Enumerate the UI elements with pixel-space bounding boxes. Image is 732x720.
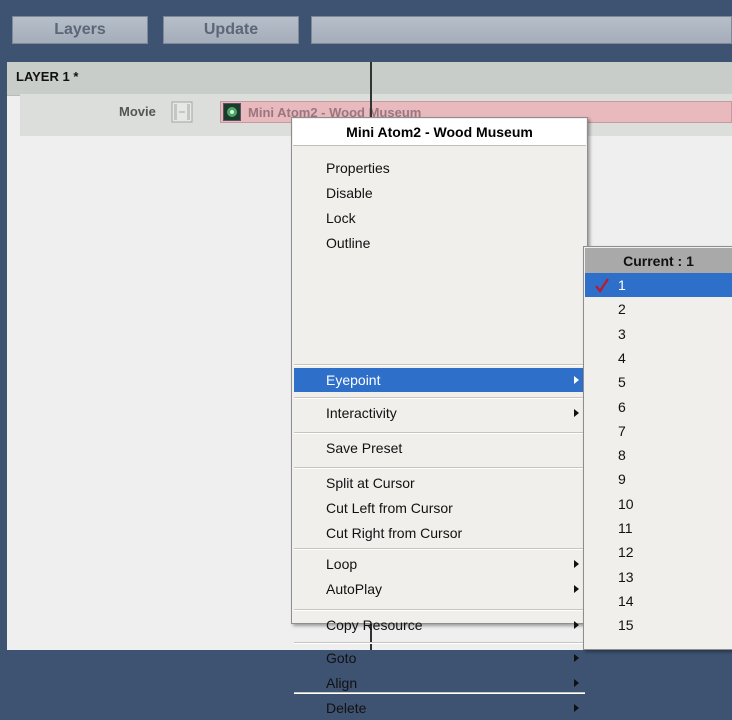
tab-bar: Layers Update xyxy=(0,0,732,50)
eyepoint-option-15[interactable]: 15 xyxy=(585,613,732,637)
eyepoint-option-9[interactable]: 9 xyxy=(585,467,732,491)
clip-thumbnail xyxy=(223,103,241,121)
menu-item-copy-resource[interactable]: Copy Resource xyxy=(294,613,585,637)
eyepoint-option-14[interactable]: 14 xyxy=(585,589,732,613)
context-menu-title: Mini Atom2 - Wood Museum xyxy=(293,119,586,146)
eyepoint-option-10[interactable]: 10 xyxy=(585,492,732,516)
menu-item-label: Goto xyxy=(326,650,357,666)
eyepoint-option-5[interactable]: 5 xyxy=(585,370,732,394)
menu-item-label: Outline xyxy=(326,235,371,251)
menu-item-label: AutoPlay xyxy=(326,581,383,597)
menu-separator xyxy=(294,548,585,550)
chevron-right-icon xyxy=(574,409,579,417)
menu-separator xyxy=(294,692,585,694)
menu-item-label: Cut Right from Cursor xyxy=(326,525,463,541)
menu-item-label: Save Preset xyxy=(326,440,403,456)
menu-item-cut-right-from-cursor[interactable]: Cut Right from Cursor xyxy=(294,521,585,545)
menu-item-label: Eyepoint xyxy=(326,372,381,388)
eyepoint-option-6[interactable]: 6 xyxy=(585,395,732,419)
tab-update[interactable]: Update xyxy=(163,16,299,44)
menu-separator xyxy=(294,364,585,366)
check-icon xyxy=(595,278,609,293)
chevron-right-icon xyxy=(574,704,579,712)
menu-separator xyxy=(294,642,585,644)
chevron-right-icon xyxy=(574,679,579,687)
menu-item-outline[interactable]: Outline xyxy=(294,231,585,255)
eyepoint-option-13[interactable]: 13 xyxy=(585,565,732,589)
menu-item-label: Align xyxy=(326,675,358,691)
menu-item-label: Disable xyxy=(326,185,373,201)
chevron-right-icon xyxy=(574,621,579,629)
menu-item-label: Delete xyxy=(326,700,367,716)
menu-item-delete[interactable]: Delete xyxy=(294,696,585,720)
eyepoint-option-7[interactable]: 7 xyxy=(585,419,732,443)
eyepoint-submenu: Current : 1 1 2 3 4 5 6 7 8 9 10 11 12 13 14 15 xyxy=(583,246,732,650)
eyepoint-option-11[interactable]: 11 xyxy=(585,516,732,540)
menu-separator xyxy=(294,397,585,399)
menu-item-eyepoint[interactable]: Eyepoint xyxy=(294,368,585,392)
layer-title: LAYER 1 * xyxy=(16,69,79,84)
menu-item-interactivity[interactable]: Interactivity xyxy=(294,401,585,425)
menu-item-split-at-cursor[interactable]: Split at Cursor xyxy=(294,471,585,495)
menu-separator xyxy=(294,432,585,434)
menu-item-label: Split at Cursor xyxy=(326,475,415,491)
menu-item-label: Copy Resource xyxy=(326,617,423,633)
context-menu: Mini Atom2 - Wood Museum Properties Disab… xyxy=(291,117,588,716)
eyepoint-submenu-title: Current : 1 xyxy=(585,248,732,273)
chevron-right-icon xyxy=(574,560,579,568)
menu-separator xyxy=(294,609,585,611)
eyepoint-option-2[interactable]: 2 xyxy=(585,297,732,321)
menu-item-label: Interactivity xyxy=(326,405,397,421)
menu-item-label: Loop xyxy=(326,556,358,572)
menu-item-save-preset[interactable]: Save Preset xyxy=(294,436,585,460)
eyepoint-option-8[interactable]: 8 xyxy=(585,443,732,467)
chevron-right-icon xyxy=(574,585,579,593)
menu-item-properties[interactable]: Properties xyxy=(294,156,585,180)
film-icon xyxy=(171,101,193,123)
menu-item-disable[interactable]: Disable xyxy=(294,181,585,205)
menu-item-loop[interactable]: Loop xyxy=(294,552,585,576)
eyepoint-option-12[interactable]: 12 xyxy=(585,540,732,564)
tab-layers[interactable]: Layers xyxy=(12,16,148,44)
chevron-right-icon xyxy=(574,654,579,662)
menu-item-label: Properties xyxy=(326,160,390,176)
menu-item-cut-left-from-cursor[interactable]: Cut Left from Cursor xyxy=(294,496,585,520)
tab-bar-filler xyxy=(311,16,732,44)
menu-item-label: Cut Left from Cursor xyxy=(326,500,453,516)
chevron-right-icon xyxy=(574,376,579,384)
eyepoint-option-4[interactable]: 4 xyxy=(585,346,732,370)
menu-item-lock[interactable]: Lock xyxy=(294,206,585,230)
eyepoint-option-3[interactable]: 3 xyxy=(585,322,732,346)
menu-item-autoplay[interactable]: AutoPlay xyxy=(294,577,585,601)
menu-separator xyxy=(294,467,585,469)
track-type-label: Movie xyxy=(119,104,156,119)
menu-item-label: Lock xyxy=(326,210,356,226)
